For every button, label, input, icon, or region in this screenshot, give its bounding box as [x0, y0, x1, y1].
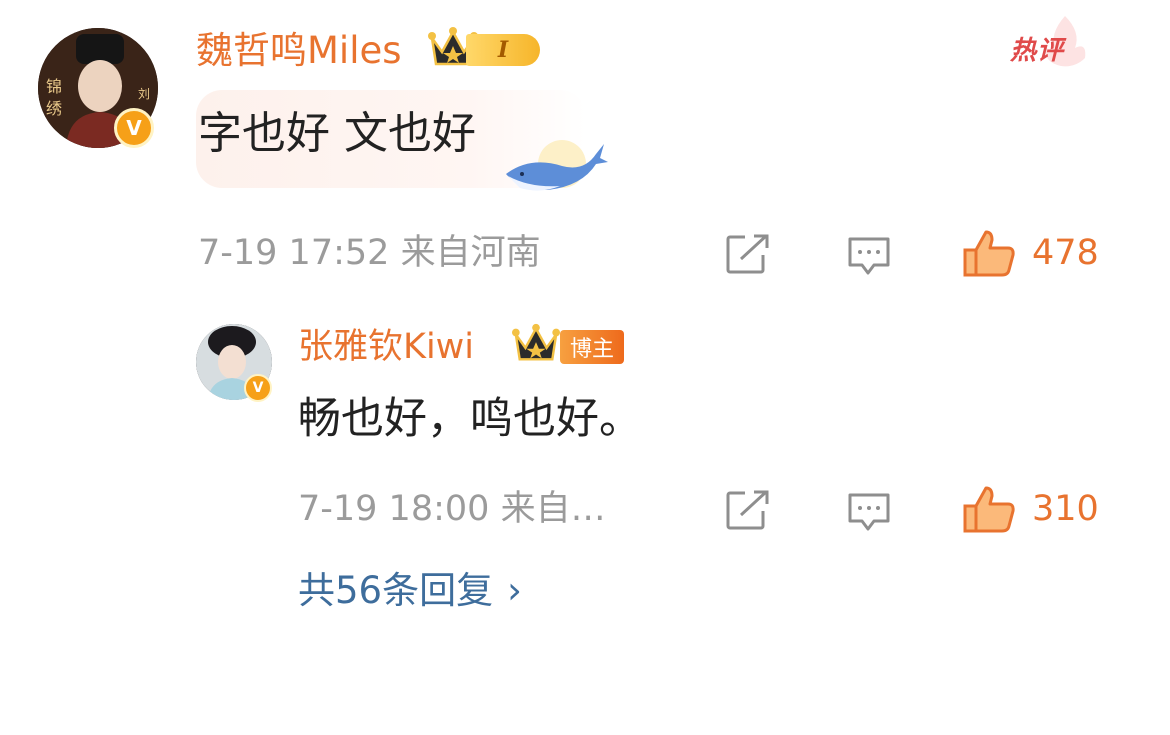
reply-like-count: 310 — [1032, 489, 1099, 529]
reply-share-icon[interactable] — [725, 489, 771, 531]
reply-location: 来自… — [500, 489, 606, 529]
blogger-badge: 博主 — [560, 330, 625, 364]
reply-meta: 7-19 18:00 来自… — [298, 492, 606, 527]
reply-comment-icon[interactable] — [846, 491, 892, 533]
view-replies-link[interactable]: 共56条回复 › — [298, 572, 522, 609]
reply-text: 畅也好，鸣也好。 — [298, 394, 642, 444]
svg-text:刘: 刘 — [138, 87, 150, 101]
hot-comment-tag: 热评 — [1010, 36, 1065, 66]
reply-thumbs-up-icon[interactable] — [962, 484, 1018, 534]
reply-crown-icon — [512, 323, 560, 361]
level-badge: I — [466, 34, 540, 66]
comment-like-count: 478 — [1032, 233, 1099, 273]
comment-text: 字也好 文也好 — [198, 108, 476, 159]
svg-text:锦: 锦 — [46, 77, 62, 96]
comment-username[interactable]: 魏哲鸣Miles — [196, 32, 402, 69]
comment-timestamp: 7-19 17:52 — [198, 233, 390, 273]
whale-sticker-icon — [506, 140, 608, 191]
chevron-right-icon: › — [507, 569, 522, 612]
comment-location: 来自河南 — [400, 233, 541, 273]
reply-verified-badge-icon: V — [244, 374, 272, 402]
view-replies-label: 共56条回复 — [298, 569, 494, 612]
thumbs-up-icon[interactable] — [962, 228, 1018, 278]
verified-badge-icon: V — [114, 108, 154, 148]
share-icon[interactable] — [725, 233, 771, 275]
reply-username[interactable]: 张雅钦Kiwi — [298, 330, 474, 365]
comment-icon[interactable] — [846, 235, 892, 277]
reply-timestamp: 7-19 18:00 — [298, 489, 490, 529]
svg-text:绣: 绣 — [46, 99, 62, 118]
comment-meta: 7-19 17:52 来自河南 — [198, 236, 541, 271]
